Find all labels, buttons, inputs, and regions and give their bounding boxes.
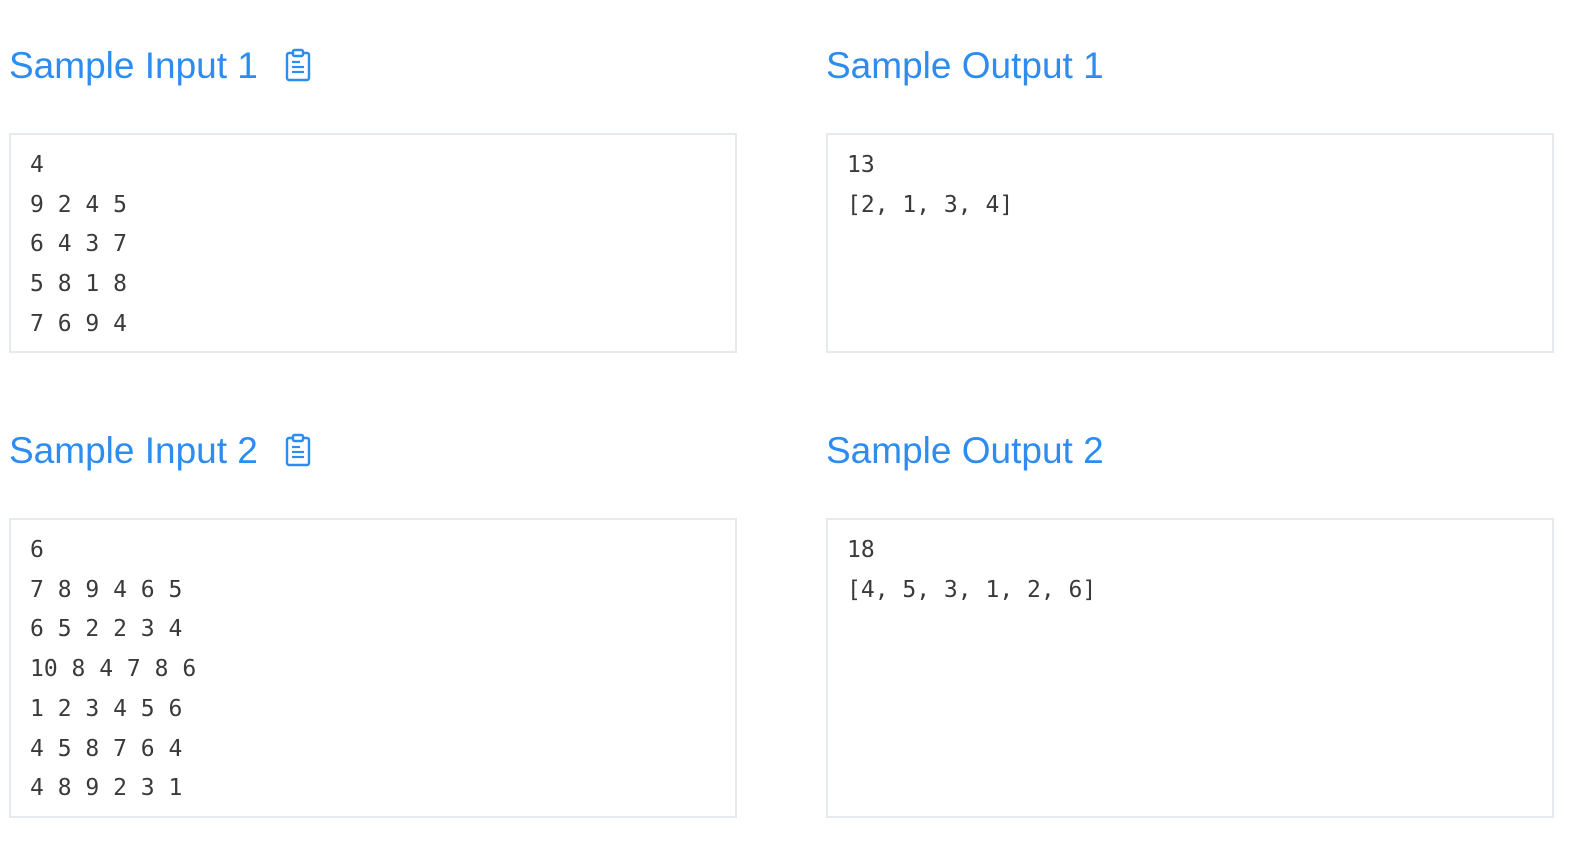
sample-input-1-code: 4 9 2 4 5 6 4 3 7 5 8 1 8 7 6 9 4 (30, 152, 127, 337)
sample-output-1-section: Sample Output 1 13 [2, 1, 3, 4] (826, 40, 1554, 353)
sample-input-2-title: Sample Input 2 (9, 430, 258, 471)
sample-input-1-title: Sample Input 1 (9, 45, 258, 86)
sample-input-1-heading: Sample Input 1 (9, 40, 312, 92)
sample-output-1-heading: Sample Output 1 (826, 40, 1104, 92)
clipboard-icon[interactable] (284, 433, 312, 467)
sample-input-2-section: Sample Input 2 6 7 8 9 4 6 5 6 5 2 2 3 4… (9, 425, 737, 818)
sample-output-1-title: Sample Output 1 (826, 45, 1104, 86)
sample-input-2-box: 6 7 8 9 4 6 5 6 5 2 2 3 4 10 8 4 7 8 6 1… (9, 518, 737, 818)
sample-output-2-title: Sample Output 2 (826, 430, 1104, 471)
sample-input-1-section: Sample Input 1 4 9 2 4 5 6 4 3 7 5 8 1 8… (9, 40, 737, 353)
clipboard-icon[interactable] (284, 48, 312, 82)
sample-output-2-section: Sample Output 2 18 [4, 5, 3, 1, 2, 6] (826, 425, 1554, 818)
sample-input-2-heading: Sample Input 2 (9, 425, 312, 477)
sample-output-2-box: 18 [4, 5, 3, 1, 2, 6] (826, 518, 1554, 818)
sample-output-1-code: 13 [2, 1, 3, 4] (847, 152, 1014, 218)
sample-input-2-code: 6 7 8 9 4 6 5 6 5 2 2 3 4 10 8 4 7 8 6 1… (30, 537, 197, 802)
sample-output-1-box: 13 [2, 1, 3, 4] (826, 133, 1554, 353)
sample-input-1-box: 4 9 2 4 5 6 4 3 7 5 8 1 8 7 6 9 4 (9, 133, 737, 353)
sample-output-2-heading: Sample Output 2 (826, 425, 1104, 477)
sample-output-2-code: 18 [4, 5, 3, 1, 2, 6] (847, 537, 1097, 603)
